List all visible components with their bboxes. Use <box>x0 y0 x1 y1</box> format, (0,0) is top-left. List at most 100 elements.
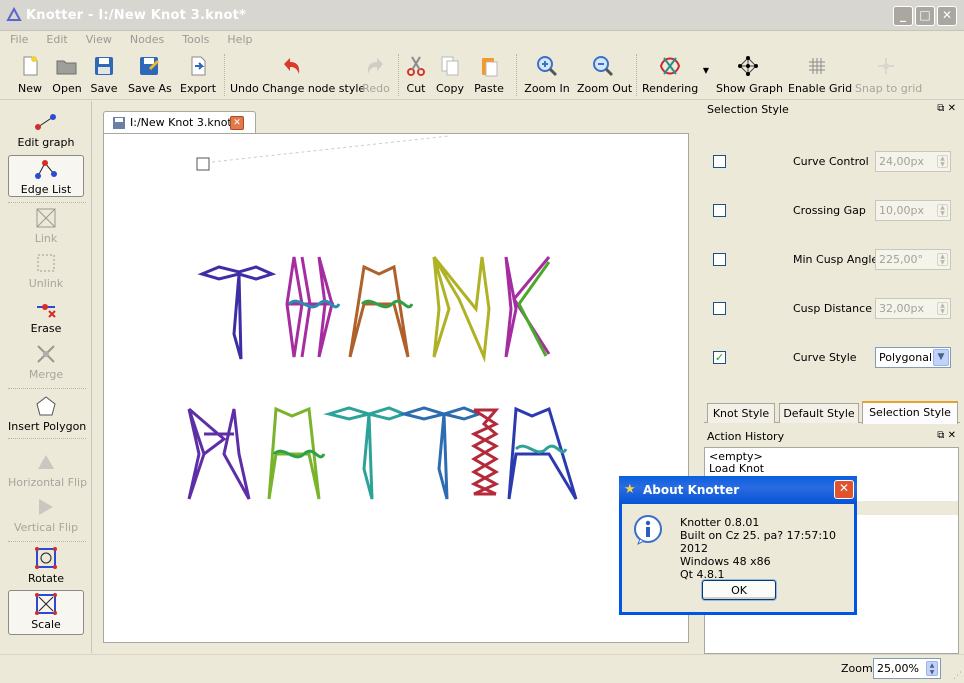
tab-default-style[interactable]: Default Style <box>779 403 859 423</box>
graph-icon <box>738 56 758 76</box>
knot-letter-a <box>348 264 410 358</box>
history-item[interactable]: <empty> <box>705 448 958 463</box>
zoom-spinbox[interactable]: 25,00% ▲ ▼ <box>873 658 941 679</box>
save-as-button[interactable]: Save As <box>128 54 172 98</box>
spin-arrows-icon[interactable]: ▲ ▼ <box>937 253 948 266</box>
about-dialog-titlebar: ★ About Knotter ✕ <box>619 476 857 504</box>
save-disk-icon <box>95 57 113 75</box>
dock-float-close-icon[interactable]: ⧉ ✕ <box>937 430 956 441</box>
cusp-distance-spinbox[interactable]: 32,00px ▲ ▼ <box>875 298 951 319</box>
paste-icon <box>482 58 498 77</box>
crossing-gap-label: Crossing Gap <box>793 204 866 217</box>
spin-arrows-icon[interactable]: ▲ ▼ <box>937 155 948 168</box>
new-file-icon <box>23 56 38 76</box>
scale-tool[interactable]: Scale <box>8 590 84 635</box>
document-tab[interactable]: I:/New Knot 3.knot ✕ <box>103 111 256 134</box>
cusp-distance-checkbox[interactable] <box>713 302 726 315</box>
resize-grip-icon[interactable]: ⋰ <box>953 671 962 681</box>
curve-style-label: Curve Style <box>793 351 857 364</box>
document-tab-label: I:/New Knot 3.knot <box>130 116 232 129</box>
knot-letter-a2 <box>267 406 321 500</box>
cusp-distance-label: Cusp Distance <box>793 302 872 315</box>
toolbar-separator <box>636 54 637 96</box>
about-close-button[interactable]: ✕ <box>834 480 854 499</box>
vertical-flip-tool[interactable]: Vertical Flip <box>8 494 84 536</box>
erase-tool[interactable]: Erase <box>8 295 84 337</box>
save-button[interactable]: Save <box>89 54 119 98</box>
spin-arrows-icon[interactable]: ▲ ▼ <box>937 204 948 217</box>
min-cusp-angle-label: Min Cusp Angle <box>793 253 879 266</box>
tools-separator <box>8 541 86 542</box>
knotter-app-icon <box>6 7 22 21</box>
curve-control-checkbox[interactable] <box>713 155 726 168</box>
about-dialog: ★ About Knotter ✕ Knotter 0.8.01 Built o… <box>619 476 857 615</box>
menu-tools[interactable]: Tools <box>172 31 217 46</box>
new-button[interactable]: New <box>14 54 46 98</box>
chevron-down-icon[interactable]: ▼ <box>933 349 949 366</box>
copy-button[interactable]: Copy <box>435 54 465 98</box>
cut-button[interactable]: Cut <box>402 54 430 98</box>
tab-knot-style[interactable]: Knot Style <box>707 403 775 423</box>
dock-float-close-icon[interactable]: ⧉ ✕ <box>937 103 956 114</box>
knot-canvas[interactable] <box>103 133 689 643</box>
maximize-button[interactable]: □ <box>915 6 935 26</box>
zoom-in-icon <box>537 56 558 77</box>
curve-control-spinbox[interactable]: 24,00px ▲ ▼ <box>875 151 951 172</box>
action-history-dock-header: Action History ⧉ ✕ <box>707 430 956 443</box>
curve-style-checkbox[interactable]: ✓ <box>713 351 726 364</box>
min-cusp-angle-checkbox[interactable] <box>713 253 726 266</box>
curve-style-select[interactable]: Polygonal ▼ <box>875 347 951 368</box>
vertical-flip-icon <box>39 499 53 515</box>
menu-file[interactable]: File <box>0 31 36 46</box>
close-tab-icon[interactable]: ✕ <box>230 116 244 130</box>
edge-list-tool[interactable]: Edge List <box>8 155 84 197</box>
scale-icon <box>35 593 57 615</box>
scissors-icon <box>407 56 425 76</box>
close-window-button[interactable]: ✕ <box>937 6 957 26</box>
export-button[interactable]: Export <box>180 54 216 98</box>
link-tool[interactable]: Link <box>8 205 84 247</box>
selection-style-dock-header: Selection Style ⧉ ✕ <box>707 103 956 116</box>
minimize-button[interactable]: _ <box>893 6 913 26</box>
unlink-tool[interactable]: Unlink <box>8 250 84 292</box>
min-cusp-angle-spinbox[interactable]: 225,00° ▲ ▼ <box>875 249 951 270</box>
status-bar: Zoom 25,00% ▲ ▼ ⋰ <box>0 654 964 683</box>
knot-letter-t3 <box>398 406 484 500</box>
menu-nodes[interactable]: Nodes <box>120 31 172 46</box>
knot-drawing[interactable] <box>104 134 690 644</box>
rendering-button[interactable]: Rendering <box>642 54 698 98</box>
history-item[interactable]: Load Knot <box>705 463 958 475</box>
rotate-tool[interactable]: Rotate <box>8 545 84 587</box>
crossing-gap-checkbox[interactable] <box>713 204 726 217</box>
toolbar-separator <box>516 54 517 96</box>
menu-view[interactable]: View <box>76 31 120 46</box>
edit-graph-tool[interactable]: Edit graph <box>8 109 84 151</box>
open-button[interactable]: Open <box>50 54 84 98</box>
zoom-in-button[interactable]: Zoom In <box>524 54 570 98</box>
crossing-gap-spinbox[interactable]: 10,00px ▲ ▼ <box>875 200 951 221</box>
horizontal-flip-tool[interactable]: Horizontal Flip <box>8 449 87 491</box>
paste-button[interactable]: Paste <box>473 54 505 98</box>
polygon-icon <box>36 396 56 416</box>
enable-grid-button[interactable]: Enable Grid <box>788 54 852 98</box>
undo-button[interactable]: Undo Change node style <box>230 54 365 98</box>
menu-help[interactable]: Help <box>217 31 260 46</box>
menu-bar: File Edit View Nodes Tools Help <box>0 31 964 50</box>
snap-to-grid-button[interactable]: Snap to grid <box>855 54 922 98</box>
curve-control-label: Curve Control <box>793 155 869 168</box>
selection-node[interactable] <box>196 157 210 171</box>
knot-word-thank <box>197 256 551 363</box>
ok-button[interactable]: OK <box>702 580 776 600</box>
show-graph-button[interactable]: Show Graph <box>716 54 783 98</box>
zoom-out-button[interactable]: Zoom Out <box>577 54 632 98</box>
save-as-icon <box>140 57 159 75</box>
tab-selection-style[interactable]: Selection Style <box>862 401 958 424</box>
insert-polygon-tool[interactable]: Insert Polygon <box>8 393 86 435</box>
merge-tool[interactable]: Merge <box>8 341 84 383</box>
knot-letter-a3-bar <box>514 444 568 454</box>
spin-arrows-icon[interactable]: ▲ ▼ <box>926 661 938 676</box>
spin-arrows-icon[interactable]: ▲ ▼ <box>937 302 948 315</box>
menu-edit[interactable]: Edit <box>36 31 75 46</box>
redo-button[interactable]: Redo <box>360 54 392 98</box>
title-bar: Knotter - I:/New Knot 3.knot* _ □ ✕ <box>0 0 964 31</box>
